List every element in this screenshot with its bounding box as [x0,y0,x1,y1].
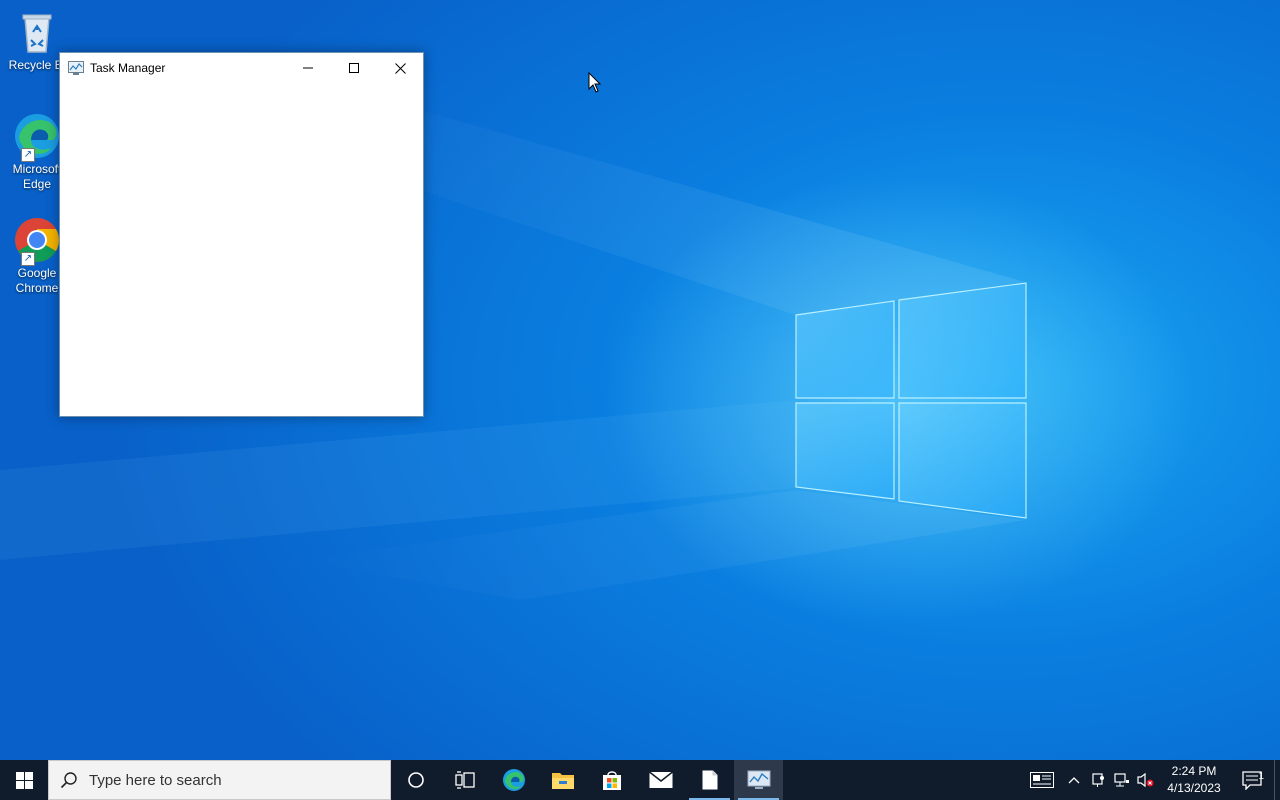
maximize-icon [349,63,359,73]
taskbar-clock[interactable]: 2:24 PM 4/13/2023 [1158,763,1230,797]
news-and-interests-button[interactable] [1022,760,1062,800]
taskbar: 2:24 PM 4/13/2023 1 [0,760,1280,800]
news-icon [1030,772,1054,788]
start-button[interactable] [0,760,48,800]
chevron-up-icon [1068,777,1080,784]
document-icon [702,770,717,790]
close-icon [394,62,406,74]
show-desktop-button[interactable] [1274,760,1280,800]
clock-time: 2:24 PM [1171,764,1217,778]
taskbar-edge-button[interactable] [489,760,538,800]
task-view-icon [454,771,475,789]
shortcut-arrow-icon: ↗ [21,148,35,162]
taskbar-task-view-button[interactable] [440,760,489,800]
tray-device-button[interactable] [1086,760,1110,800]
search-icon [49,771,89,789]
window-content [60,83,423,416]
network-status-button[interactable] [1110,760,1134,800]
network-icon [1114,773,1129,787]
folder-icon [551,773,574,789]
taskbar-search-box[interactable] [48,760,391,800]
windows-logo-icon [15,771,33,789]
taskbar-store-button[interactable] [587,760,636,800]
taskbar-notepad-button[interactable] [685,760,734,800]
recycle-bin-icon [13,8,61,56]
notification-count-badge: 1 [1258,771,1264,782]
cortana-icon [407,772,424,788]
mail-icon [648,771,673,788]
taskbar-mail-button[interactable] [636,760,685,800]
edge-icon: ↗ [13,112,61,162]
mouse-cursor-icon [588,72,602,93]
store-bag-icon [602,771,621,790]
volume-muted-icon [1137,772,1154,788]
close-button[interactable] [377,53,423,83]
action-center-button[interactable]: 1 [1230,770,1274,790]
edge-icon [502,769,525,791]
minimize-icon [303,67,313,69]
taskbar-file-explorer-button[interactable] [538,760,587,800]
maximize-button[interactable] [331,53,377,83]
window-title: Task Manager [90,61,166,75]
shortcut-arrow-icon: ↗ [21,252,35,266]
search-input[interactable] [89,771,369,789]
taskbar-cortana-button[interactable] [391,760,440,800]
clock-date: 4/13/2023 [1167,781,1221,795]
task-manager-icon [68,61,84,75]
device-icon [1092,773,1104,787]
minimize-button[interactable] [285,53,331,83]
task-manager-icon [747,770,770,789]
chrome-icon: ↗ [13,216,61,266]
window-titlebar[interactable]: Task Manager [60,53,423,83]
system-tray: 2:24 PM 4/13/2023 1 [1022,760,1280,800]
taskbar-task-manager-button[interactable] [734,760,783,800]
volume-button[interactable] [1134,760,1158,800]
task-manager-window[interactable]: Task Manager [59,52,424,417]
show-hidden-icons-button[interactable] [1062,760,1086,800]
